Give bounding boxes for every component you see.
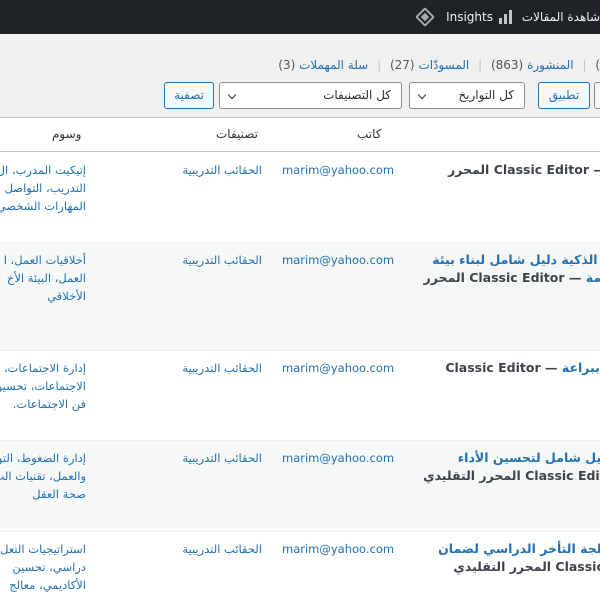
- tag-link[interactable]: العمل، البيئة الأخ: [0, 269, 86, 287]
- post-category[interactable]: الحقائب التدريبية: [178, 161, 262, 179]
- insights-label: Insights: [446, 10, 493, 24]
- table-header: كاتب تصنيفات وسوم: [0, 118, 600, 152]
- post-author[interactable]: marim@yahoo.com: [282, 161, 394, 179]
- post-author[interactable]: marim@yahoo.com: [282, 540, 394, 558]
- view-posts-link[interactable]: شاهدة المقالات: [522, 0, 600, 34]
- post-author[interactable]: marim@yahoo.com: [282, 251, 394, 269]
- tag-link[interactable]: دراسي، تحسين: [0, 558, 86, 576]
- filter-drafts[interactable]: المسودّات (27): [390, 58, 469, 72]
- post-author[interactable]: marim@yahoo.com: [282, 449, 394, 467]
- chevron-down-icon: [227, 90, 237, 100]
- tag-link[interactable]: المهارات الشخصي: [0, 197, 86, 215]
- separator: |: [478, 58, 483, 72]
- post-title: رب — Classic Editor المحرر: [390, 161, 600, 179]
- dates-select[interactable]: كل التواريخ: [409, 82, 525, 109]
- tag-link[interactable]: فن الاجتماعات.: [0, 395, 86, 413]
- bar-chart-icon: [499, 10, 512, 24]
- tag-link[interactable]: الاجتماعات، تحسين: [0, 377, 86, 395]
- posts-table: كاتب تصنيفات وسوم رب — Classic Editor ال…: [0, 117, 600, 600]
- status-prefix: ): [595, 58, 600, 72]
- separator: |: [582, 58, 587, 72]
- table-row: رب — Classic Editor المحرر marim@yahoo.c…: [0, 153, 600, 243]
- post-tags: أخلاقيات العمل، ا العمل، البيئة الأخ الأ…: [0, 251, 86, 305]
- post-state: — Classic Editor: [445, 360, 562, 375]
- categories-select[interactable]: كل التصنيفات: [219, 82, 402, 109]
- post-title-link[interactable]: ط دليل شامل لتحسين الأداء: [458, 450, 600, 465]
- filter-trash[interactable]: سلة المهملات (3): [278, 58, 368, 72]
- post-category[interactable]: الحقائب التدريبية: [178, 359, 262, 377]
- filter-button[interactable]: تصفية: [164, 82, 214, 109]
- post-title-link[interactable]: عمل الذكية دليل شامل لبناء بيئة: [432, 252, 600, 267]
- admin-bar: Insights شاهدة المقالات: [0, 0, 600, 34]
- post-author[interactable]: marim@yahoo.com: [282, 359, 394, 377]
- post-state: — Classic Editor المحرر: [423, 270, 586, 285]
- column-categories[interactable]: تصنيفات: [216, 127, 258, 141]
- post-title-link[interactable]: ، معالجة التأخر الدراسي لضمان: [438, 541, 600, 556]
- site-icon[interactable]: [415, 0, 435, 34]
- post-title: ط دليل شامل لتحسين الأداء - Classic Edit…: [390, 449, 600, 485]
- post-state: — Classic Editor المحرر: [447, 162, 600, 177]
- table-row: عمل الذكية دليل شامل لبناء بيئة ستدامة — …: [0, 243, 600, 351]
- post-category[interactable]: الحقائب التدريبية: [178, 449, 262, 467]
- tag-link[interactable]: والعمل، تقنيات الت: [0, 467, 86, 485]
- post-title: ، معالجة التأخر الدراسي لضمان Classic Edi…: [390, 540, 600, 576]
- tag-link[interactable]: التدريب، التواصل ا: [0, 179, 86, 197]
- post-tags: استراتيجيات التعل دراسي، تحسين الأكاديمي…: [0, 540, 86, 594]
- post-tags: إدارة الضغوط، التو والعمل، تقنيات الت صح…: [0, 449, 86, 503]
- insights-menu[interactable]: Insights: [446, 0, 512, 34]
- tag-link[interactable]: إدارة الاجتماعات، ا: [0, 359, 86, 377]
- filter-published[interactable]: المنشورة (863): [491, 58, 574, 72]
- apply-button[interactable]: تطبيق: [538, 82, 590, 109]
- post-category[interactable]: الحقائب التدريبية: [178, 251, 262, 269]
- post-title: عات ببراعة — Classic Editor: [390, 359, 600, 377]
- bulk-action-edge[interactable]: [594, 82, 600, 109]
- post-title: عمل الذكية دليل شامل لبناء بيئة ستدامة — …: [390, 251, 600, 287]
- post-tags: إتيكيت المدرب، ال التدريب، التواصل ا الم…: [0, 161, 86, 215]
- tag-link[interactable]: إدارة الضغوط، التو: [0, 449, 86, 467]
- post-tags: إدارة الاجتماعات، ا الاجتماعات، تحسين فن…: [0, 359, 86, 413]
- post-title-link[interactable]: عات ببراعة: [562, 360, 600, 375]
- status-filters: ) | المنشورة (863) | المسودّات (27) | سل…: [0, 58, 600, 72]
- post-state: - Classic Editor المحرر التقليدي: [423, 468, 600, 483]
- tag-link[interactable]: أخلاقيات العمل، ا: [0, 251, 86, 269]
- tag-link[interactable]: استراتيجيات التعل: [0, 540, 86, 558]
- tag-link[interactable]: صحة العقل: [0, 485, 86, 503]
- post-state: Classic Edi المحرر التقليدي: [453, 559, 600, 574]
- tag-link[interactable]: الأكاديمي، معالج: [0, 576, 86, 594]
- diamond-icon: [415, 7, 435, 27]
- chevron-down-icon: [417, 90, 427, 100]
- post-category[interactable]: الحقائب التدريبية: [178, 540, 262, 558]
- tag-link[interactable]: الأخلاقي: [0, 287, 86, 305]
- post-title-link-continued[interactable]: ستدامة: [586, 270, 600, 285]
- column-author[interactable]: كاتب: [357, 127, 382, 141]
- separator: |: [377, 58, 382, 72]
- table-row: ، معالجة التأخر الدراسي لضمان Classic Edi…: [0, 532, 600, 600]
- tag-link[interactable]: إتيكيت المدرب، ال: [0, 161, 86, 179]
- column-tags[interactable]: وسوم: [52, 127, 81, 141]
- table-row: عات ببراعة — Classic Editor marim@yahoo.…: [0, 351, 600, 441]
- table-row: ط دليل شامل لتحسين الأداء - Classic Edit…: [0, 441, 600, 532]
